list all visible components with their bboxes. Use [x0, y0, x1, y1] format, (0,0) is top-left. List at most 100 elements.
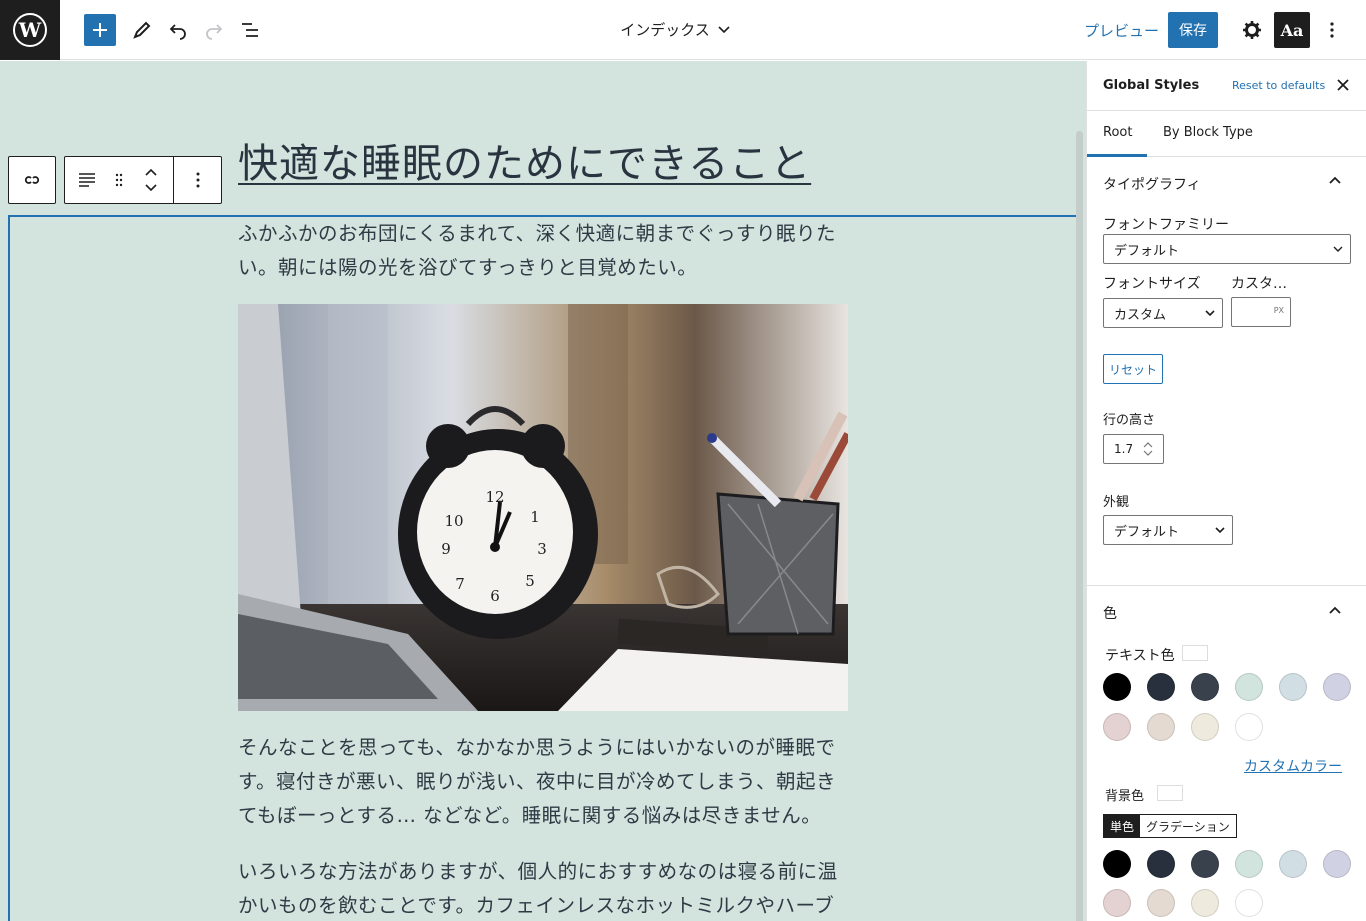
wordpress-logo-icon[interactable]: W — [0, 0, 60, 60]
text-color-swatch[interactable] — [1279, 673, 1307, 701]
text-color-swatch[interactable] — [1147, 673, 1175, 701]
line-height-input[interactable]: 1.7 — [1103, 434, 1164, 464]
reset-to-defaults-button[interactable]: Reset to defaults — [1232, 79, 1325, 92]
color-heading[interactable]: 色 — [1103, 603, 1117, 623]
redo-icon — [206, 24, 223, 40]
post-title[interactable]: 快適な睡眠のためにできること — [238, 131, 811, 189]
redo-button[interactable] — [198, 14, 230, 46]
background-color-palette-row-1 — [1103, 850, 1351, 878]
gear-icon — [1243, 21, 1261, 39]
image-block-alarm-clock[interactable]: 12 1 3 567 9 10 — [238, 304, 848, 711]
block-toolbar — [64, 156, 222, 204]
custom-font-size-input[interactable]: PX — [1231, 297, 1291, 327]
font-family-label: フォントファミリー — [1103, 217, 1229, 233]
svg-text:7: 7 — [455, 575, 465, 593]
text-color-swatch[interactable] — [1235, 673, 1263, 701]
background-color-swatch[interactable] — [1235, 850, 1263, 878]
drag-handle-icon — [115, 173, 123, 187]
unit-label: PX — [1273, 306, 1284, 315]
align-left-icon — [79, 173, 95, 187]
settings-button[interactable] — [1236, 14, 1268, 46]
sidebar-header: Global Styles Reset to defaults — [1087, 61, 1366, 111]
paragraph-block[interactable]: ふかふかのお布団にくるまれて、深く快適に朝までぐっすり眠りたい。朝には陽の光を浴… — [238, 217, 848, 285]
chevron-down-icon — [1205, 310, 1215, 317]
canvas-scrollbar[interactable] — [1076, 131, 1083, 921]
chevron-down-icon — [1333, 246, 1343, 252]
text-color-swatch[interactable] — [1323, 673, 1351, 701]
line-height-label: 行の高さ — [1103, 413, 1156, 428]
text-color-swatch[interactable] — [1191, 713, 1219, 741]
text-color-palette-row-2 — [1103, 713, 1263, 741]
block-toolbar-parent[interactable] — [8, 156, 56, 204]
text-color-swatch[interactable] — [1103, 713, 1131, 741]
chevron-up-icon[interactable] — [1329, 176, 1341, 184]
list-view-button[interactable] — [234, 14, 266, 46]
text-color-swatch[interactable] — [1103, 673, 1131, 701]
block-type-button[interactable] — [65, 157, 109, 203]
background-color-swatch[interactable] — [1147, 850, 1175, 878]
spinner-icon[interactable] — [1142, 441, 1154, 457]
section-divider — [1087, 585, 1366, 586]
line-height-value: 1.7 — [1114, 442, 1134, 456]
solid-color-tab[interactable]: 単色 — [1104, 815, 1141, 837]
paragraph-block[interactable]: そんなことを思っても、なかなか思うようにはいかないのが睡眠です。寝付きが悪い、眠… — [238, 731, 848, 833]
background-color-swatch[interactable] — [1191, 889, 1219, 917]
move-block-buttons[interactable] — [129, 157, 173, 203]
undo-button[interactable] — [162, 14, 194, 46]
editor-canvas[interactable]: 快適な睡眠のためにできること ふかふかのお布団にくるまれて、深く快適に朝までぐっ… — [0, 61, 1086, 921]
text-color-swatch[interactable] — [1235, 713, 1263, 741]
chevron-down-icon — [718, 25, 730, 33]
close-sidebar-button[interactable] — [1337, 75, 1349, 96]
paragraph-block[interactable]: いろいろな方法がありますが、個人的におすすめなのは寝る前に温かいものを飲むことで… — [238, 855, 848, 921]
tab-root[interactable]: Root — [1103, 125, 1132, 140]
sidebar-title: Global Styles — [1103, 78, 1200, 93]
save-button[interactable]: 保存 — [1168, 12, 1218, 48]
font-size-reset-button[interactable]: リセット — [1103, 354, 1163, 384]
background-color-swatch[interactable] — [1103, 850, 1131, 878]
more-vertical-icon — [1330, 22, 1334, 38]
add-block-button[interactable] — [84, 14, 116, 46]
font-size-select[interactable]: カスタム — [1103, 298, 1223, 328]
close-icon — [1337, 79, 1349, 91]
typography-heading[interactable]: タイポグラフィ — [1103, 174, 1201, 194]
custom-size-label: カスタ… — [1231, 276, 1287, 292]
svg-text:1: 1 — [530, 508, 540, 526]
text-color-swatch[interactable] — [1191, 673, 1219, 701]
alarm-clock-photo: 1213 567 910 — [238, 304, 848, 711]
appearance-label: 外観 — [1103, 495, 1130, 510]
list-view-icon — [242, 23, 258, 37]
background-color-swatch[interactable] — [1235, 889, 1263, 917]
appearance-select[interactable]: デフォルト — [1103, 515, 1233, 545]
chevron-up-icon[interactable] — [1329, 606, 1341, 614]
sidebar-tabs: Root By Block Type — [1087, 111, 1366, 157]
text-color-swatch[interactable] — [1147, 713, 1175, 741]
edit-tool-button[interactable] — [126, 14, 158, 46]
font-size-label: フォントサイズ — [1103, 276, 1201, 292]
background-color-swatch[interactable] — [1147, 889, 1175, 917]
font-size-value: カスタム — [1114, 307, 1167, 323]
background-color-swatch[interactable] — [1103, 889, 1131, 917]
preview-button[interactable]: プレビュー — [1084, 20, 1159, 41]
text-color-label: テキスト色 — [1105, 648, 1175, 664]
background-color-swatch[interactable] — [1191, 850, 1219, 878]
background-color-swatch[interactable] — [1279, 850, 1307, 878]
active-tab-indicator — [1087, 154, 1147, 157]
appearance-value: デフォルト — [1114, 524, 1180, 540]
tab-by-block-type[interactable]: By Block Type — [1163, 125, 1253, 140]
options-menu-button[interactable] — [1316, 14, 1348, 46]
block-options-button[interactable] — [173, 157, 221, 203]
gradient-tab[interactable]: グラデーション — [1140, 815, 1236, 837]
background-color-indicator — [1157, 785, 1183, 801]
document-title: インデックス — [620, 21, 710, 39]
chevron-down-icon — [1215, 527, 1225, 534]
text-color-indicator — [1182, 645, 1208, 661]
font-family-select[interactable]: デフォルト — [1103, 234, 1351, 264]
font-family-value: デフォルト — [1114, 243, 1180, 259]
text-color-palette-row-1 — [1103, 673, 1351, 701]
custom-color-link[interactable]: カスタムカラー — [1244, 756, 1342, 776]
background-color-swatch[interactable] — [1323, 850, 1351, 878]
drag-handle[interactable] — [109, 157, 129, 203]
color-type-toggle: 単色 グラデーション — [1103, 814, 1237, 838]
global-styles-button[interactable]: Aa — [1274, 12, 1310, 48]
document-title-dropdown[interactable]: インデックス — [600, 19, 750, 40]
